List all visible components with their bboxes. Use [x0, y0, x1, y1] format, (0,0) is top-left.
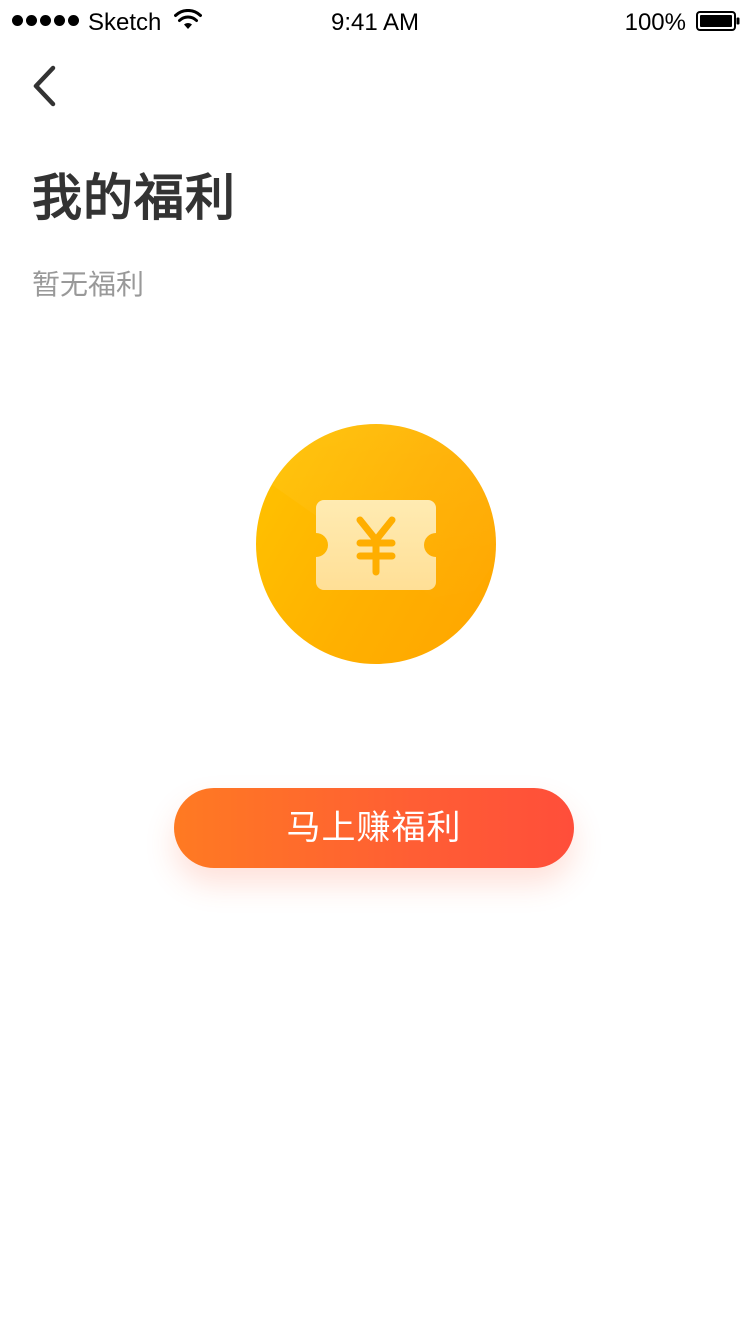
coupon-yen-icon: [316, 500, 436, 590]
back-button[interactable]: [20, 58, 68, 114]
battery-percentage: 100%: [624, 9, 686, 36]
empty-state-illustration: [256, 424, 496, 664]
status-bar: Sketch 9:41 AM 100%: [0, 0, 750, 40]
earn-benefits-button[interactable]: 马上赚福利: [174, 788, 574, 868]
page-title: 我的福利: [32, 169, 236, 227]
battery-icon: [696, 11, 740, 31]
chevron-left-icon: [33, 65, 56, 107]
empty-message: 暂无福利: [32, 268, 145, 301]
